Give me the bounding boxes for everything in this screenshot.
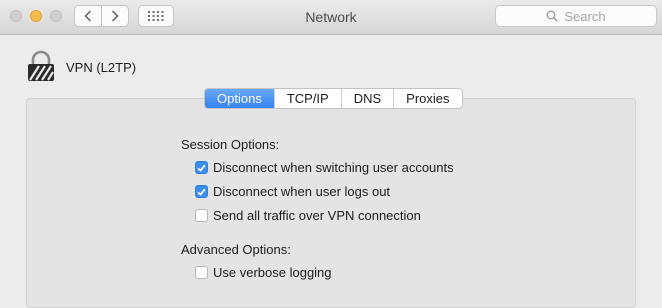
checkbox[interactable]: [195, 185, 208, 198]
option-disconnect-switching-users[interactable]: Disconnect when switching user accounts: [195, 160, 454, 175]
advanced-options-label: Advanced Options:: [181, 242, 291, 257]
search-placeholder: Search: [564, 8, 606, 24]
option-disconnect-logout[interactable]: Disconnect when user logs out: [195, 184, 390, 199]
title-bar: Network Search: [0, 0, 662, 35]
option-label: Use verbose logging: [213, 265, 332, 280]
checkmark-icon: [197, 164, 206, 172]
tab-options[interactable]: Options: [205, 89, 274, 108]
search-field[interactable]: Search: [495, 5, 657, 27]
option-label: Disconnect when switching user accounts: [213, 160, 454, 175]
tab-bar: Options TCP/IP DNS Proxies: [204, 88, 463, 109]
option-send-all-traffic[interactable]: Send all traffic over VPN connection: [195, 208, 421, 223]
vpn-lock-icon: [26, 50, 56, 89]
option-label: Disconnect when user logs out: [213, 184, 391, 199]
search-icon: [546, 10, 558, 22]
service-name: VPN (L2TP): [66, 60, 137, 75]
tab-proxies[interactable]: Proxies: [393, 89, 461, 108]
option-verbose-logging[interactable]: Use verbose logging: [195, 265, 332, 280]
checkmark-icon: [197, 188, 206, 196]
checkbox[interactable]: [195, 161, 208, 174]
option-label: Send all traffic over VPN connection: [213, 208, 421, 223]
tab-dns[interactable]: DNS: [340, 89, 393, 108]
checkbox[interactable]: [195, 266, 208, 279]
tab-tcp-ip[interactable]: TCP/IP: [273, 89, 341, 108]
checkbox[interactable]: [195, 209, 208, 222]
session-options-label: Session Options:: [181, 137, 280, 152]
